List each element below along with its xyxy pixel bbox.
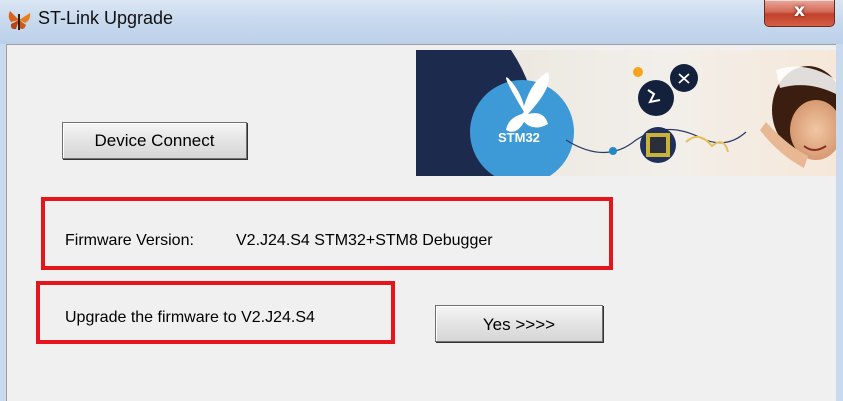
highlight-box-upgrade-text [36, 281, 395, 344]
stm32-logo-text: STM32 [498, 130, 540, 145]
highlight-box-firmware-version [41, 197, 613, 270]
yes-upgrade-button[interactable]: Yes >>>> [435, 305, 603, 342]
title-bar: ST-Link Upgrade x [0, 0, 843, 44]
stm32-banner-image: STM32 [416, 50, 836, 176]
device-connect-button[interactable]: Device Connect [62, 122, 247, 159]
close-icon: x [794, 1, 805, 21]
close-button[interactable]: x [764, 0, 835, 27]
butterfly-app-icon [8, 11, 31, 30]
window-frame-right [836, 44, 843, 401]
window-title: ST-Link Upgrade [38, 8, 174, 28]
